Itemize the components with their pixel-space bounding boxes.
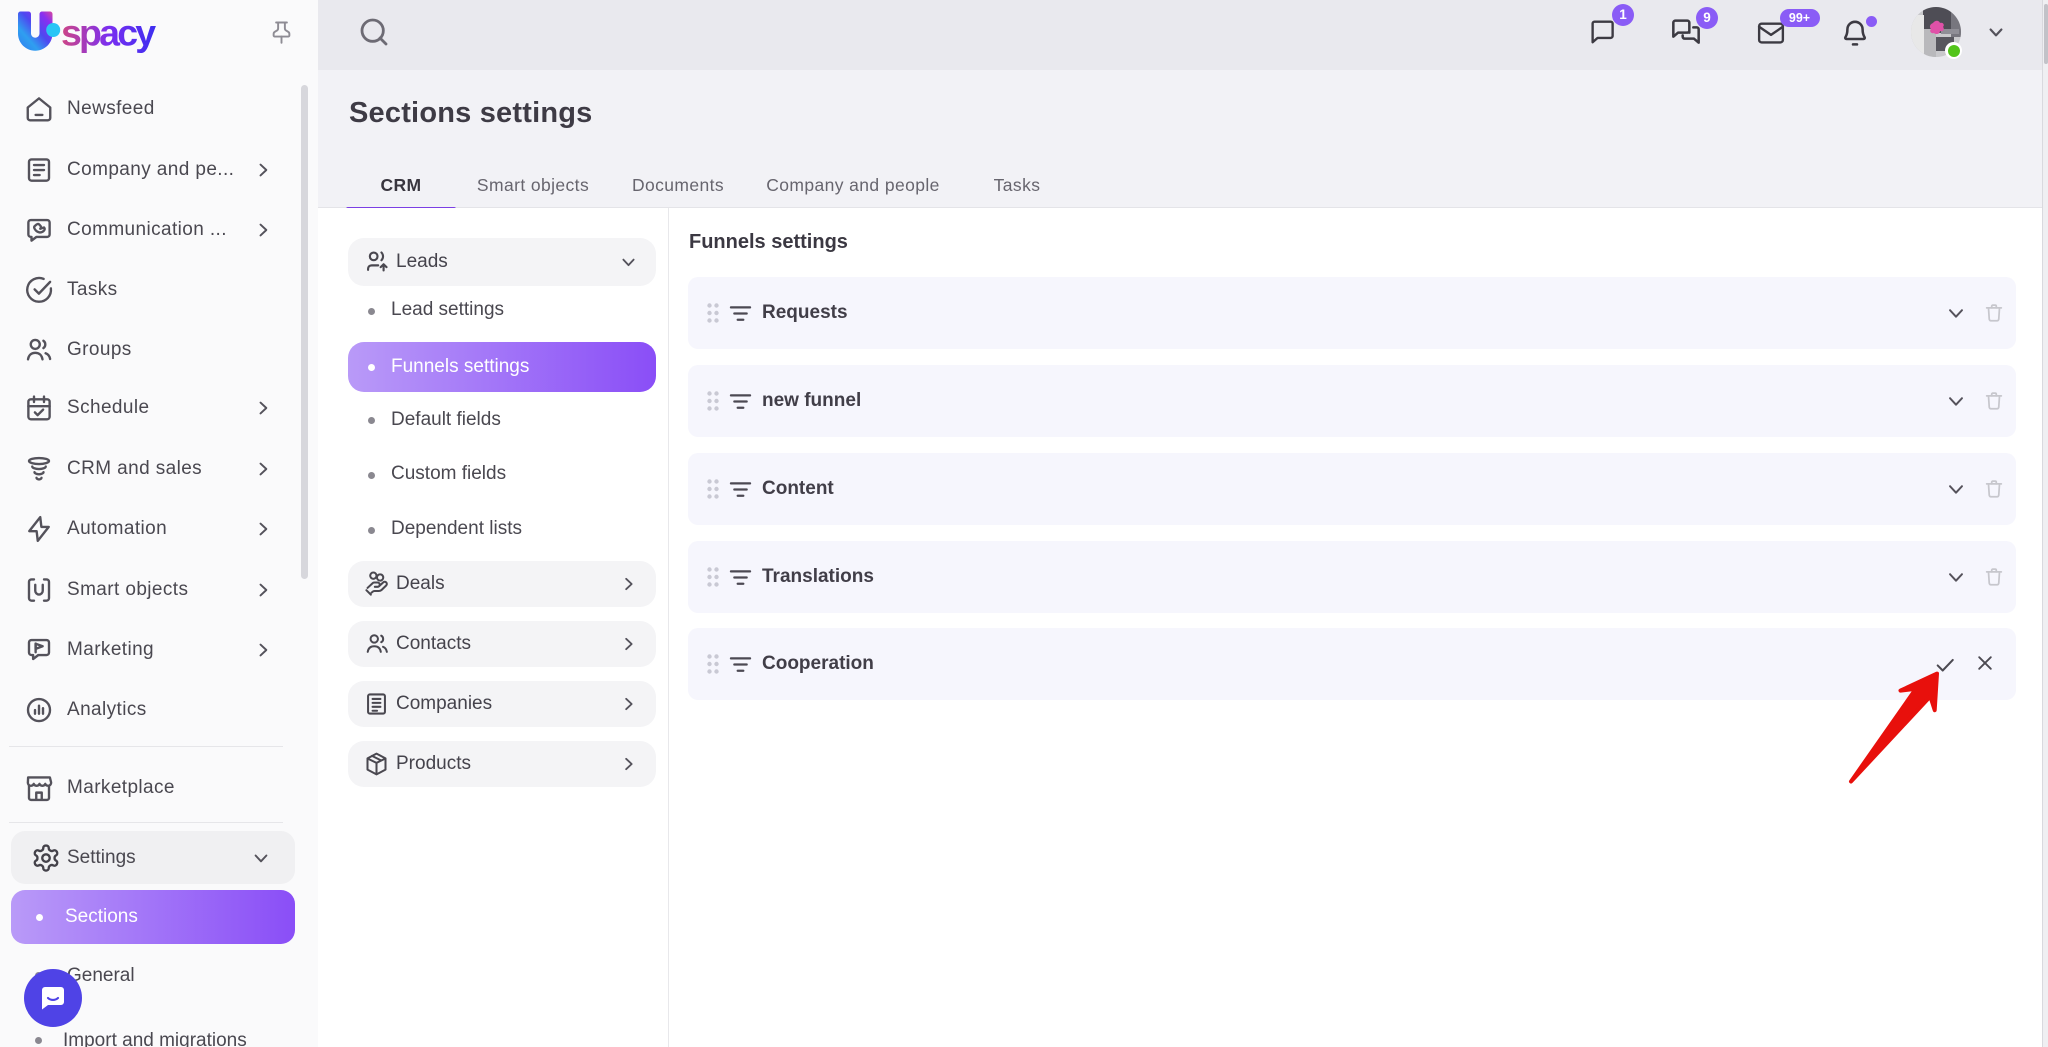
svg-text:spacy: spacy bbox=[61, 12, 156, 54]
